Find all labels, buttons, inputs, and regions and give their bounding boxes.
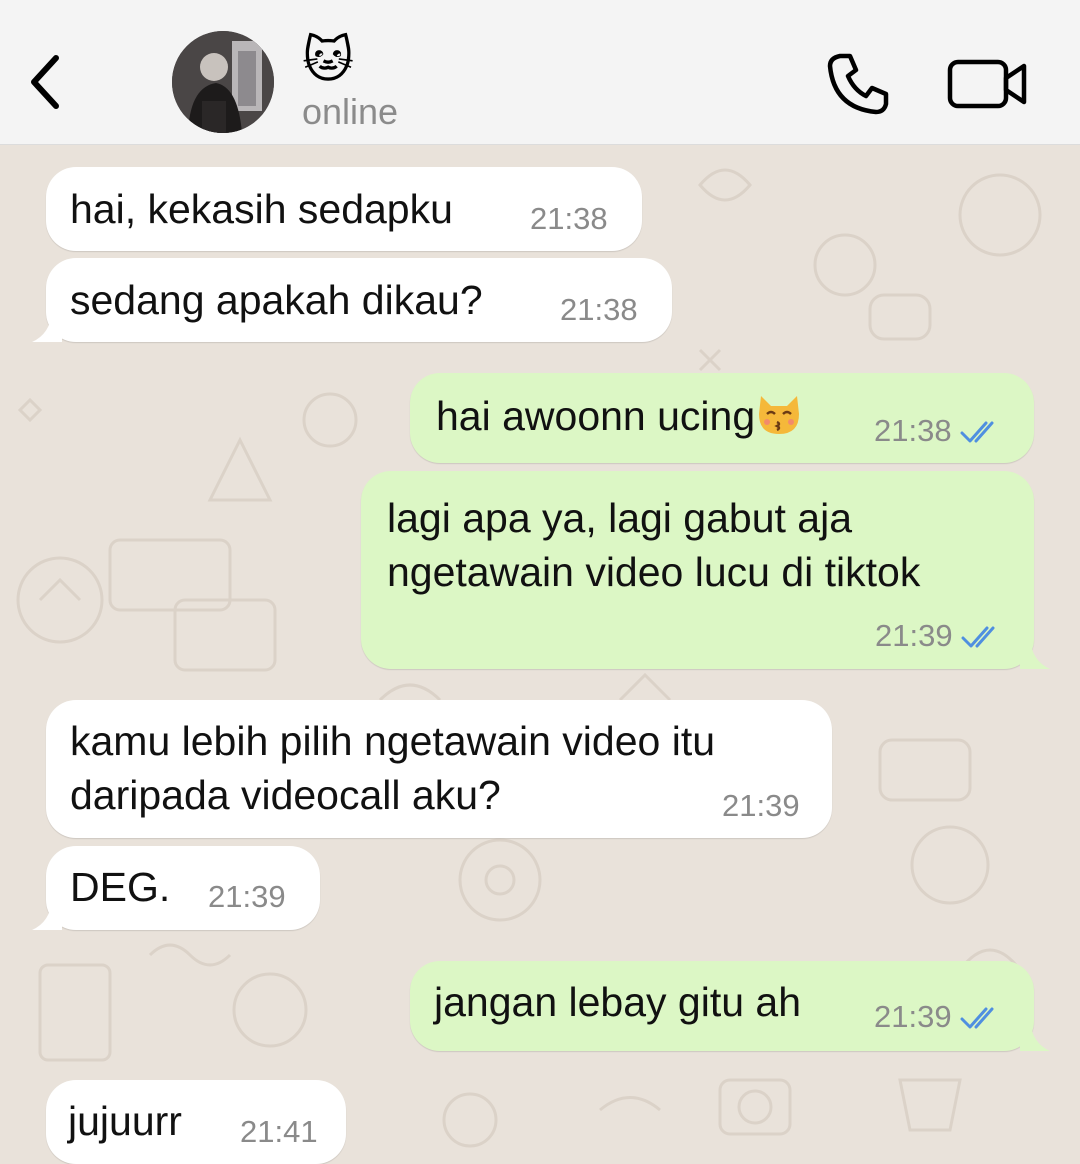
double-check-icon [961,626,995,648]
message-text: jujuurr [68,1098,182,1144]
video-camera-icon [947,59,1027,109]
message-meta: 21:39 [875,618,1005,654]
contact-name[interactable]: 🐱 [302,30,354,90]
voice-call-button[interactable] [826,50,892,116]
message-meta: 21:39 [874,999,1004,1035]
message-text-content: hai awoonn ucing [436,393,756,439]
message-bubble-outgoing[interactable]: hai awoonn ucing 21:38 [410,373,1034,463]
double-check-icon [960,1007,994,1029]
message-text: hai awoonn ucing [436,389,803,443]
message-text-line: lagi apa ya, lagi gabut aja [387,495,853,541]
bubble-tail [1020,639,1050,669]
message-time: 21:39 [722,788,800,823]
message-bubble-incoming[interactable]: hai, kekasih sedapku 21:38 [46,167,642,251]
message-bubble-incoming[interactable]: sedang apakah dikau? 21:38 [32,258,672,342]
message-time: 21:39 [874,999,952,1034]
message-bubble-incoming[interactable]: jujuurr 21:41 [46,1080,346,1164]
chevron-left-icon [31,55,59,109]
back-button[interactable] [22,46,72,116]
message-text-line: ngetawain video lucu di tiktok [387,549,921,595]
message-text-line: kamu lebih pilih ngetawain video itu [70,718,716,764]
message-bubble-outgoing[interactable]: lagi apa ya, lagi gabut aja ngetawain vi… [361,471,1050,669]
message-bubble-incoming[interactable]: DEG. 21:39 [32,846,320,930]
message-bubble-outgoing[interactable]: jangan lebay gitu ah 21:39 [410,961,1050,1051]
bubble-tail [32,900,62,930]
message-time: 21:41 [240,1114,318,1149]
message-time: 21:39 [875,618,953,653]
double-check-icon [960,421,994,443]
message-text-line: daripada videocall aku? [70,772,501,818]
avatar-photo [172,31,274,133]
message-bubble-incoming[interactable]: kamu lebih pilih ngetawain video itu dar… [46,700,832,838]
chat-header: 🐱 online [0,0,1080,145]
contact-avatar[interactable] [172,31,274,133]
message-text: hai, kekasih sedapku [70,186,453,232]
message-text: jangan lebay gitu ah [434,979,802,1025]
message-time: 21:38 [560,292,638,327]
video-call-button[interactable] [944,54,1034,114]
bubble-tail [32,312,62,342]
message-meta: 21:38 [874,413,1004,449]
phone-icon [827,53,889,115]
message-text: DEG. [70,864,171,910]
message-time: 21:38 [530,201,608,236]
contact-status: online [302,91,399,132]
message-time: 21:39 [208,879,286,914]
bubble-tail [1020,1021,1050,1051]
message-time: 21:38 [874,413,952,448]
kissing-cat-emoji-icon [759,396,800,434]
message-text: sedang apakah dikau? [70,277,483,323]
